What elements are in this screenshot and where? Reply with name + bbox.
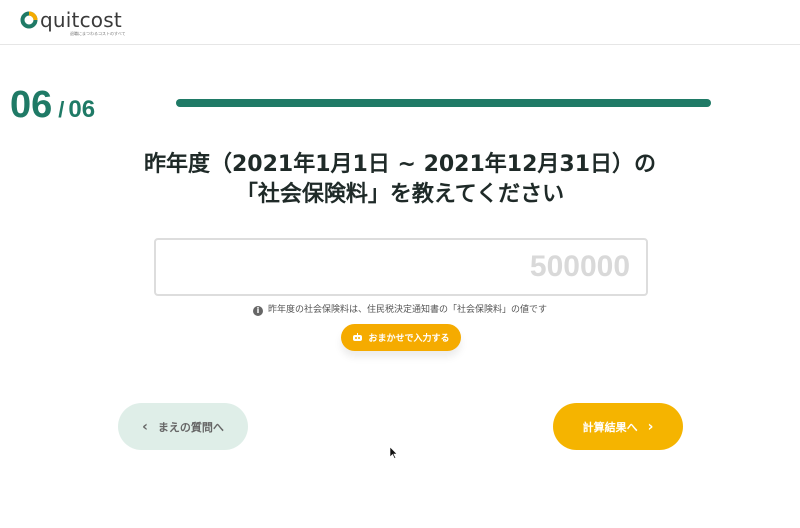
progress-bar-fill (176, 99, 711, 107)
back-button-label: まえの質問へ (157, 420, 224, 434)
question-title-line-2: 「社会保険料」を教えてください (235, 182, 565, 207)
mouse-cursor-icon (390, 447, 398, 459)
chevron-left-icon: ‹ (142, 418, 148, 435)
quitcost-logo[interactable]: quitcost 退職にまつわるコストのすべて (20, 8, 140, 38)
next-button-label: 計算結果へ (582, 420, 638, 434)
progress-bar (176, 99, 711, 107)
next-button[interactable]: 計算結果へ › (553, 403, 683, 450)
auto-fill-label: おまかせで入力する (368, 333, 450, 343)
step-separator: / (58, 97, 65, 122)
step-current: 06 (10, 84, 53, 126)
hint-text: i 昨年度の社会保険料は、住民税決定通知書の「社会保険料」の値です (0, 302, 800, 316)
auto-fill-button[interactable]: おまかせで入力する (341, 324, 461, 351)
step-total: 06 (68, 96, 96, 123)
step-counter: 06/06 (10, 84, 95, 127)
question-title: 昨年度（2021年1月1日 ~ 2021年12月31日）の 「社会保険料」を教え… (0, 150, 800, 210)
app-header: quitcost 退職にまつわるコストのすべて (0, 0, 800, 45)
brand-name: quitcost (40, 8, 122, 32)
back-button[interactable]: ‹ まえの質問へ (118, 403, 248, 450)
hint-label: 昨年度の社会保険料は、住民税決定通知書の「社会保険料」の値です (267, 305, 547, 315)
social-insurance-input[interactable] (154, 238, 648, 296)
robot-icon (353, 333, 363, 341)
logo-mark-icon (20, 11, 38, 29)
brand-tagline: 退職にまつわるコストのすべて (70, 31, 126, 36)
info-icon: i (252, 306, 263, 316)
chevron-right-icon: › (647, 418, 654, 435)
question-title-line-1: 昨年度（2021年1月1日 ~ 2021年12月31日）の (143, 152, 657, 177)
